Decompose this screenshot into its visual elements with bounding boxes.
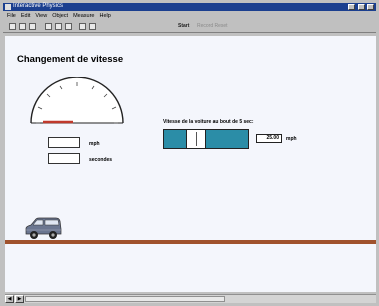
speedometer-gauge: [30, 77, 124, 124]
menu-view[interactable]: View: [35, 12, 47, 20]
speed-readout: [48, 137, 80, 148]
time-readout-unit: secondes: [89, 157, 113, 163]
speed-readout-unit: mph: [89, 141, 100, 147]
start-button[interactable]: Start: [178, 23, 189, 29]
cut-icon[interactable]: [45, 23, 52, 30]
menu-object[interactable]: Object: [52, 12, 68, 20]
toolbar: Start Record Reset: [3, 21, 376, 33]
slider-thumb[interactable]: [186, 130, 206, 148]
road: [5, 240, 376, 244]
scroll-left-icon[interactable]: ◀: [5, 295, 14, 303]
speed-input-unit: mph: [286, 136, 297, 142]
menu-bar: File Edit View Object Measure Help: [3, 12, 376, 20]
app-window: Interactive Physics File Edit View Objec…: [0, 0, 379, 306]
help-icon[interactable]: [89, 23, 96, 30]
slider-thumb-grip: [196, 132, 197, 146]
record-reset-buttons[interactable]: Record Reset: [197, 23, 228, 29]
open-folder-icon[interactable]: [19, 23, 26, 30]
menu-edit[interactable]: Edit: [21, 12, 30, 20]
car-icon[interactable]: [24, 216, 62, 240]
copy-icon[interactable]: [55, 23, 62, 30]
app-icon: [5, 4, 11, 10]
maximize-button[interactable]: [358, 4, 365, 10]
menu-measure[interactable]: Measure: [73, 12, 94, 20]
speed-slider[interactable]: [163, 129, 249, 149]
scrollbar-thumb[interactable]: [25, 296, 225, 302]
close-button[interactable]: [367, 4, 374, 10]
time-readout: [48, 153, 80, 164]
speed-input[interactable]: 25.00: [256, 134, 282, 143]
minimize-button[interactable]: [348, 4, 355, 10]
speed-question-label: Vitesse de la voiture au bout de 5 sec:: [163, 119, 254, 125]
menu-file[interactable]: File: [7, 12, 16, 20]
simulation-canvas: Changement de vitesse mph secondes Vites…: [5, 36, 376, 292]
window-title: Interactive Physics: [13, 3, 64, 9]
save-icon[interactable]: [29, 23, 36, 30]
scroll-right-icon[interactable]: ▶: [15, 295, 24, 303]
menu-help[interactable]: Help: [100, 12, 111, 20]
horizontal-scrollbar[interactable]: ◀ ▶: [5, 294, 376, 303]
new-file-icon[interactable]: [9, 23, 16, 30]
page-title: Changement de vitesse: [17, 54, 124, 65]
title-bar: Interactive Physics: [3, 3, 376, 11]
print-icon[interactable]: [79, 23, 86, 30]
paste-icon[interactable]: [65, 23, 72, 30]
